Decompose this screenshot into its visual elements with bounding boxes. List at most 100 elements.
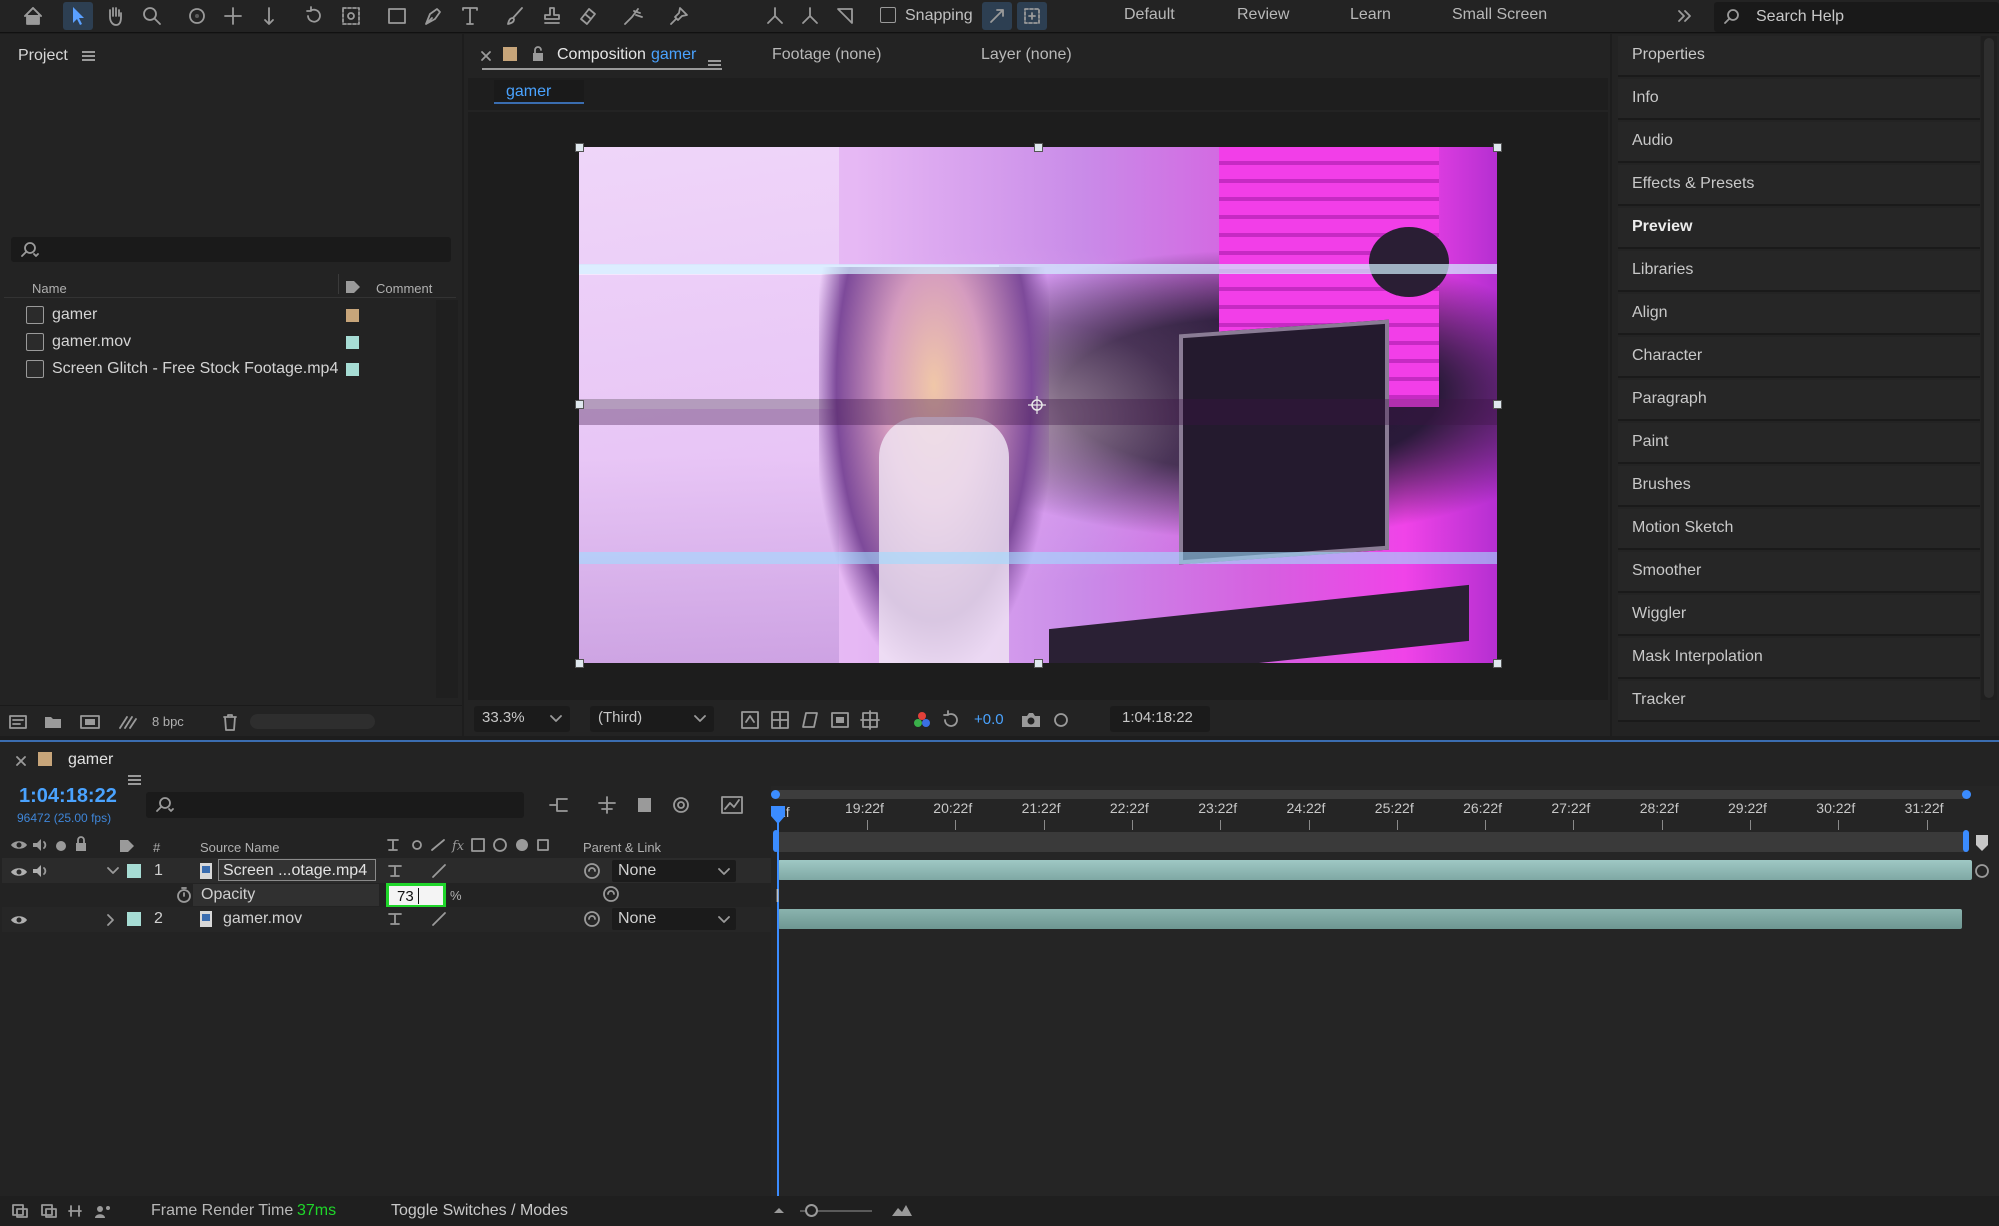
work-area-bar[interactable] bbox=[777, 832, 1967, 852]
show-snapshot-icon[interactable] bbox=[1050, 710, 1072, 730]
project-menu-icon[interactable] bbox=[82, 51, 95, 61]
hide-shy-layers-icon[interactable] bbox=[634, 795, 656, 815]
navigator-end-handle[interactable] bbox=[1962, 790, 1971, 799]
work-area-end[interactable] bbox=[1963, 830, 1969, 852]
opacity-value-input[interactable]: 73 bbox=[386, 883, 446, 908]
adjust-project-settings-icon[interactable] bbox=[117, 713, 139, 731]
home-icon[interactable] bbox=[18, 2, 48, 30]
transform-handle[interactable] bbox=[1493, 400, 1502, 409]
axis-mode-view-icon[interactable] bbox=[830, 2, 860, 30]
anchor-point-icon[interactable] bbox=[1028, 396, 1046, 414]
speaker-icon[interactable] bbox=[31, 863, 49, 879]
render-details-icon[interactable] bbox=[11, 1203, 29, 1219]
layer-tab[interactable]: Layer (none) bbox=[981, 46, 1072, 64]
panel-effects-presets[interactable]: Effects & Presets bbox=[1618, 165, 1980, 206]
parent-link-header[interactable]: Parent & Link bbox=[583, 840, 661, 855]
label-color-swatch[interactable] bbox=[346, 363, 359, 376]
graph-editor-icon[interactable] bbox=[720, 795, 744, 815]
puppet-pin-tool-icon[interactable] bbox=[664, 2, 694, 30]
panel-preview[interactable]: Preview bbox=[1618, 208, 1980, 262]
project-item-footage[interactable]: gamer.mov bbox=[26, 329, 436, 355]
zoom-out-icon[interactable] bbox=[772, 1204, 786, 1216]
navigator-start-handle[interactable] bbox=[771, 790, 780, 799]
right-panel-scrollbar[interactable] bbox=[1981, 36, 1997, 700]
transform-handle[interactable] bbox=[575, 659, 584, 668]
clone-stamp-tool-icon[interactable] bbox=[537, 2, 567, 30]
layer-name-field[interactable]: Screen ...otage.mp4 bbox=[218, 859, 376, 881]
panel-character[interactable]: Character bbox=[1618, 337, 1980, 378]
panel-wiggler[interactable]: Wiggler bbox=[1618, 595, 1980, 636]
lock-open-icon[interactable] bbox=[531, 45, 545, 63]
timeline-zoom-thumb[interactable] bbox=[805, 1204, 818, 1217]
shy-switch-icon[interactable] bbox=[386, 910, 404, 928]
project-search-input[interactable] bbox=[11, 237, 451, 262]
orbit-camera-icon[interactable] bbox=[182, 2, 212, 30]
show-channel-icon[interactable] bbox=[912, 710, 932, 730]
pan-camera-icon[interactable] bbox=[218, 2, 248, 30]
project-item-footage[interactable]: Screen Glitch - Free Stock Footage.mp4 bbox=[26, 356, 436, 382]
snap-edges-icon[interactable] bbox=[982, 2, 1012, 30]
transform-handle[interactable] bbox=[575, 143, 584, 152]
transform-handle[interactable] bbox=[1034, 659, 1043, 668]
transform-handle[interactable] bbox=[1493, 143, 1502, 152]
pick-whip-icon[interactable] bbox=[601, 884, 621, 904]
layer-2-duration-bar[interactable] bbox=[778, 909, 1962, 929]
resolution-dropdown[interactable]: (Third) bbox=[590, 706, 714, 732]
source-name-header[interactable]: Source Name bbox=[200, 840, 279, 855]
panel-motion-sketch[interactable]: Motion Sketch bbox=[1618, 509, 1980, 550]
layer-label-color[interactable] bbox=[127, 864, 141, 878]
quality-switch-icon[interactable] bbox=[430, 910, 448, 928]
chevron-down-icon[interactable] bbox=[106, 866, 120, 876]
toggle-switches-modes-button[interactable]: Toggle Switches / Modes bbox=[391, 1202, 568, 1220]
stopwatch-icon[interactable] bbox=[175, 886, 193, 904]
interpret-footage-icon[interactable] bbox=[8, 713, 28, 731]
scrollbar-thumb[interactable] bbox=[1984, 38, 1994, 698]
mask-visibility-icon[interactable] bbox=[800, 710, 820, 730]
panel-align[interactable]: Align bbox=[1618, 294, 1980, 335]
layer-switches-pane-icon[interactable] bbox=[40, 1203, 58, 1219]
panel-libraries[interactable]: Libraries bbox=[1618, 251, 1980, 292]
anchor-point-tool-icon[interactable] bbox=[336, 2, 366, 30]
eraser-tool-icon[interactable] bbox=[573, 2, 603, 30]
close-tab-icon[interactable] bbox=[480, 50, 492, 62]
snap-features-icon[interactable] bbox=[1017, 2, 1047, 30]
snapshot-camera-icon[interactable] bbox=[1020, 710, 1042, 730]
transform-handle[interactable] bbox=[1034, 143, 1043, 152]
snapping-checkbox[interactable] bbox=[880, 7, 896, 23]
pen-tool-icon[interactable] bbox=[418, 2, 448, 30]
time-stretch-pane-icon[interactable] bbox=[93, 1203, 113, 1219]
timeline-current-time[interactable]: 1:04:18:22 bbox=[19, 785, 117, 808]
workspace-learn[interactable]: Learn bbox=[1350, 6, 1391, 24]
comp-tab-name[interactable]: gamer bbox=[651, 46, 696, 64]
workspace-overflow-icon[interactable] bbox=[1670, 2, 1700, 30]
new-folder-icon[interactable] bbox=[43, 713, 63, 731]
rectangle-tool-icon[interactable] bbox=[382, 2, 412, 30]
axis-mode-local-icon[interactable] bbox=[760, 2, 790, 30]
time-navigator-bar[interactable] bbox=[771, 790, 1971, 799]
label-color-swatch[interactable] bbox=[346, 336, 359, 349]
reset-exposure-icon[interactable] bbox=[941, 710, 961, 730]
project-scrollbar[interactable] bbox=[436, 300, 458, 698]
trash-icon[interactable] bbox=[221, 712, 239, 732]
grid-guides-icon[interactable] bbox=[860, 710, 880, 730]
shy-switch-icon[interactable] bbox=[386, 862, 404, 880]
timeline-menu-icon[interactable] bbox=[128, 775, 141, 785]
pick-whip-icon[interactable] bbox=[582, 909, 602, 929]
thumbnail-slider[interactable] bbox=[250, 714, 375, 729]
project-col-comment[interactable]: Comment bbox=[376, 281, 432, 296]
layer-name[interactable]: gamer.mov bbox=[223, 910, 302, 928]
panel-paragraph[interactable]: Paragraph bbox=[1618, 380, 1980, 421]
frame-blending-icon[interactable] bbox=[670, 795, 692, 815]
draft-3d-icon[interactable] bbox=[596, 795, 618, 815]
composition-mini-flowchart-icon[interactable] bbox=[547, 795, 571, 815]
transform-handle[interactable] bbox=[1493, 659, 1502, 668]
fast-previews-icon[interactable] bbox=[740, 710, 760, 730]
layer-label-color[interactable] bbox=[127, 912, 141, 926]
panel-audio[interactable]: Audio bbox=[1618, 122, 1980, 163]
selection-tool-icon[interactable] bbox=[63, 2, 93, 30]
project-col-name[interactable]: Name bbox=[32, 281, 67, 296]
timeline-search-input[interactable] bbox=[146, 792, 524, 818]
parent-dropdown[interactable]: None bbox=[612, 860, 736, 882]
panel-tracker[interactable]: Tracker bbox=[1618, 681, 1980, 722]
rotate-tool-icon[interactable] bbox=[299, 2, 329, 30]
